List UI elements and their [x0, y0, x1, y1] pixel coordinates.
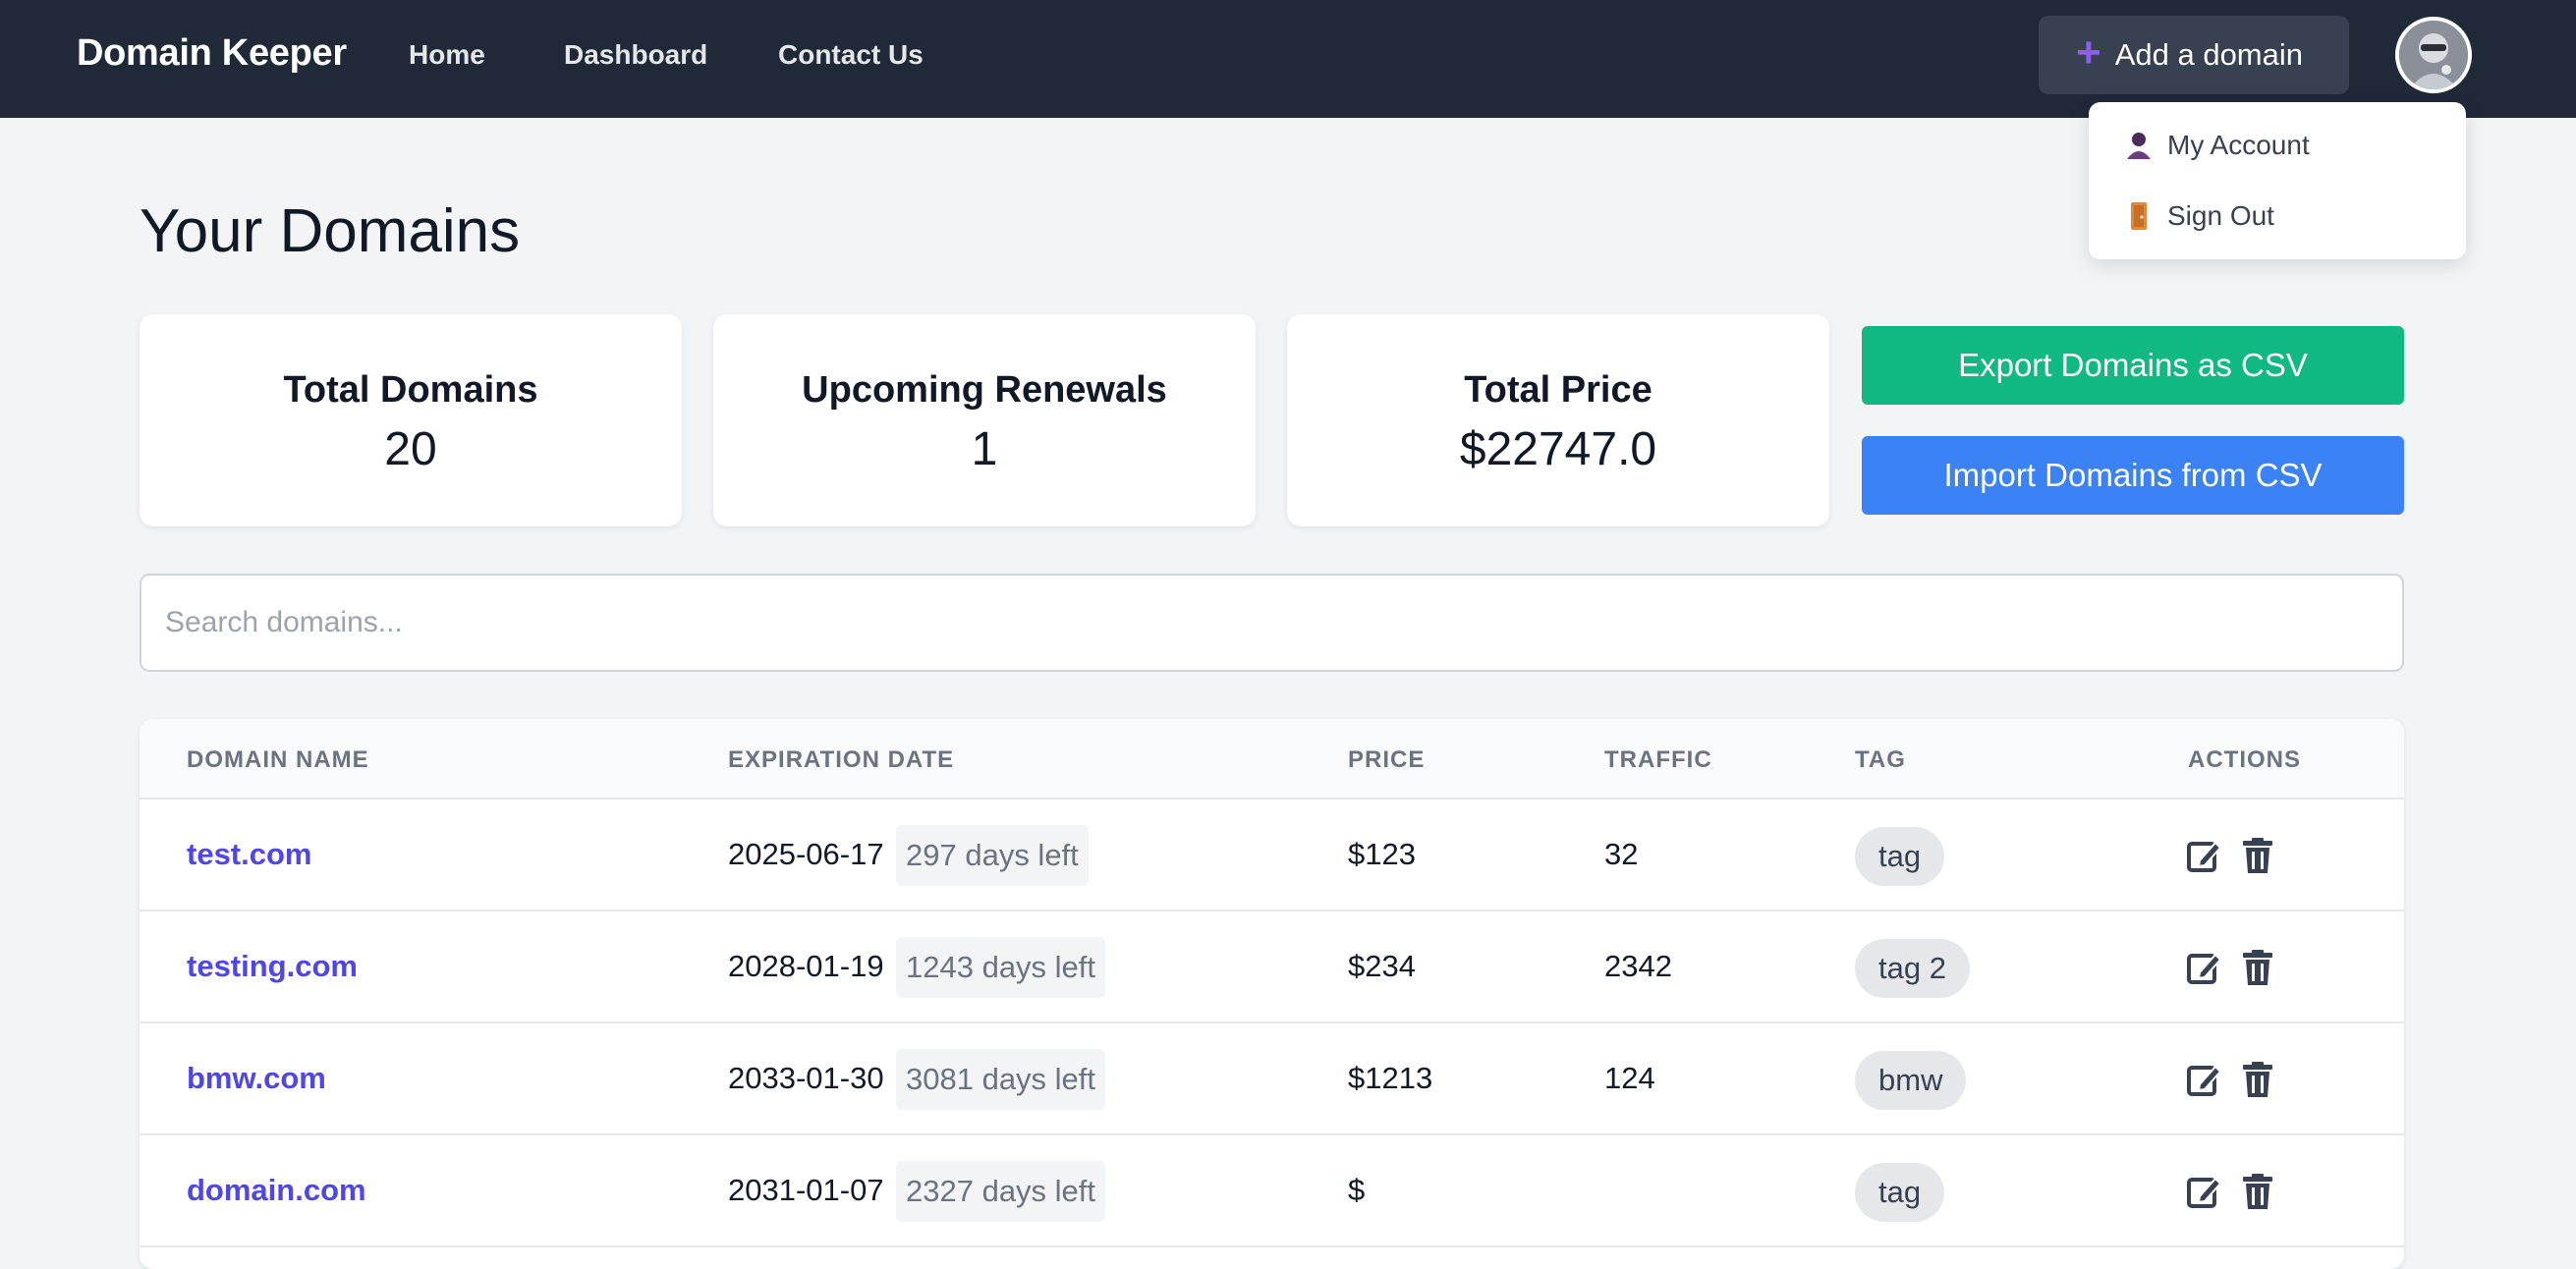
brand-logo[interactable]: Domain Keeper: [77, 32, 347, 75]
export-csv-button[interactable]: Export Domains as CSV: [1862, 326, 2404, 405]
add-domain-button[interactable]: + Add a domain: [2039, 16, 2349, 94]
expiration-date: 2025-06-17: [728, 837, 884, 871]
trash-icon[interactable]: [2240, 1173, 2275, 1210]
trash-icon[interactable]: [2240, 1061, 2275, 1098]
edit-icon[interactable]: [2186, 1061, 2221, 1098]
table-header: DOMAIN NAME EXPIRATION DATE PRICE TRAFFI…: [140, 719, 2404, 800]
trash-icon[interactable]: [2240, 837, 2275, 874]
traffic: 32: [1604, 837, 1639, 871]
plus-icon: +: [2076, 28, 2101, 77]
tag-badge: tag 2: [1855, 939, 1970, 998]
page-title: Your Domains: [140, 197, 521, 265]
menu-item-label: My Account: [2167, 130, 2310, 160]
days-left-badge: 1243 days left: [896, 937, 1106, 998]
nav-link-home[interactable]: Home: [409, 39, 485, 71]
stat-value: 1: [971, 423, 998, 475]
stat-card-upcoming-renewals: Upcoming Renewals 1: [713, 314, 1256, 526]
menu-item-my-account[interactable]: My Account: [2126, 130, 2310, 161]
traffic: 124: [1604, 1061, 1655, 1095]
domain-link[interactable]: testing.com: [187, 949, 358, 984]
days-left-badge: 297 days left: [896, 825, 1089, 886]
nav-link-dashboard[interactable]: Dashboard: [564, 39, 707, 71]
edit-icon[interactable]: [2186, 837, 2221, 874]
domain-link[interactable]: bmw.com: [187, 1061, 326, 1096]
door-icon: [2131, 202, 2147, 230]
nav-link-contact-us[interactable]: Contact Us: [778, 39, 924, 71]
edit-icon[interactable]: [2186, 949, 2221, 986]
header-domain-name[interactable]: DOMAIN NAME: [187, 746, 369, 774]
price: $123: [1348, 837, 1416, 871]
tag-badge: tag: [1855, 1163, 1945, 1222]
table-row: bmw.com 2033-01-30 3081 days left $1213 …: [140, 1023, 2404, 1135]
trash-icon[interactable]: [2240, 949, 2275, 986]
domain-link[interactable]: test.com: [187, 837, 311, 872]
header-price[interactable]: PRICE: [1348, 746, 1425, 774]
stat-value: $22747.0: [1459, 423, 1657, 475]
user-icon: [2127, 133, 2151, 159]
price: $: [1348, 1173, 1366, 1207]
menu-item-sign-out[interactable]: Sign Out: [2126, 200, 2274, 232]
avatar-image: [2399, 21, 2468, 89]
header-traffic[interactable]: TRAFFIC: [1604, 746, 1712, 774]
domains-table: DOMAIN NAME EXPIRATION DATE PRICE TRAFFI…: [140, 719, 2404, 1269]
header-actions: ACTIONS: [2188, 746, 2301, 773]
stat-card-total-domains: Total Domains 20: [140, 314, 682, 526]
table-row: testing.com 2028-01-19 1243 days left $2…: [140, 911, 2404, 1023]
add-domain-label: Add a domain: [2114, 37, 2304, 72]
traffic: 2342: [1604, 949, 1672, 983]
tag-badge: bmw: [1855, 1051, 1967, 1110]
stat-label: Total Domains: [283, 369, 538, 411]
days-left-badge: 2327 days left: [896, 1161, 1106, 1222]
expiration-date: 2031-01-07: [728, 1173, 884, 1207]
table-row: test.com 2025-06-17 297 days left $123 3…: [140, 800, 2404, 911]
import-csv-button[interactable]: Import Domains from CSV: [1862, 436, 2404, 515]
stat-label: Upcoming Renewals: [802, 369, 1167, 411]
search-input[interactable]: [140, 574, 2404, 672]
tag-badge: tag: [1855, 827, 1945, 886]
stat-card-total-price: Total Price $22747.0: [1287, 314, 1829, 526]
domain-link[interactable]: domain.com: [187, 1173, 366, 1208]
price: $234: [1348, 949, 1416, 983]
header-expiration-date[interactable]: EXPIRATION DATE: [728, 746, 954, 774]
stat-value: 20: [384, 423, 437, 475]
avatar[interactable]: [2395, 17, 2472, 93]
user-menu-dropdown: My Account Sign Out: [2089, 102, 2466, 259]
menu-item-label: Sign Out: [2167, 200, 2274, 231]
expiration-date: 2028-01-19: [728, 949, 884, 983]
price: $1213: [1348, 1061, 1433, 1095]
expiration-date: 2033-01-30: [728, 1061, 884, 1095]
edit-icon[interactable]: [2186, 1173, 2221, 1210]
days-left-badge: 3081 days left: [896, 1049, 1106, 1110]
stat-label: Total Price: [1464, 369, 1652, 411]
table-row: domain.com 2031-01-07 2327 days left $ t…: [140, 1135, 2404, 1247]
header-tag[interactable]: TAG: [1855, 746, 1906, 774]
navbar: Domain Keeper Home Dashboard Contact Us …: [0, 0, 2576, 118]
